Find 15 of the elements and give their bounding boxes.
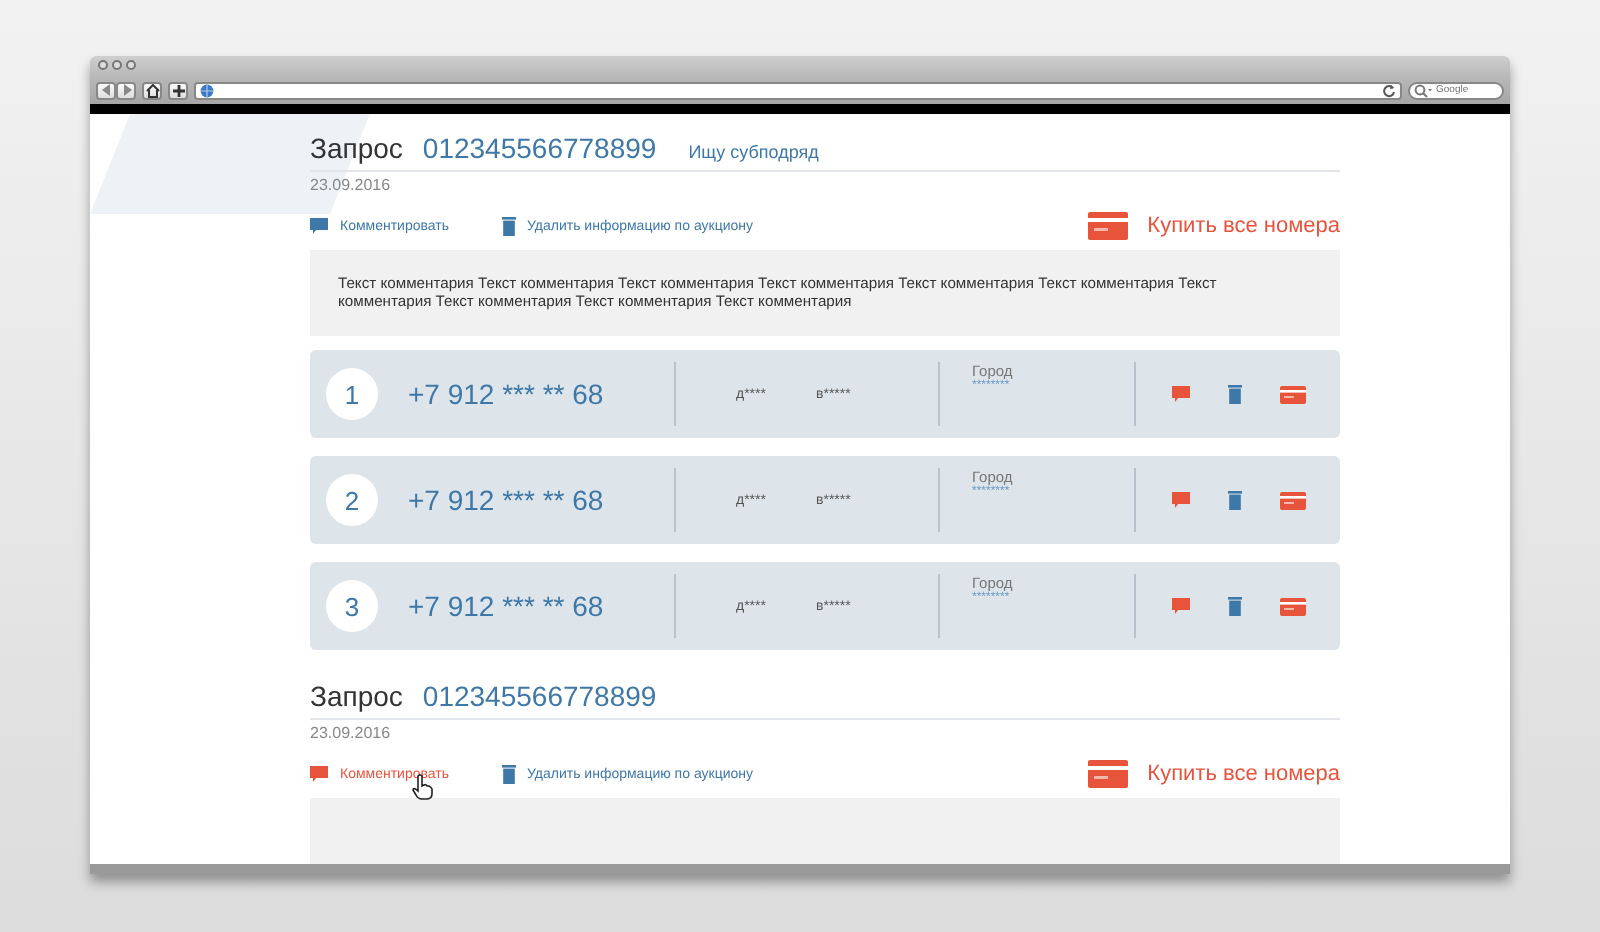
request-date: 23.09.2016: [310, 176, 393, 194]
lot-number: 3: [326, 580, 378, 632]
lot-number: 1: [326, 368, 378, 420]
phone-number: +7 912 *** ** 68: [408, 484, 606, 516]
buy-all-link[interactable]: Купить все номера: [1147, 214, 1340, 238]
request-label: Запрос: [310, 680, 403, 712]
buy-all-link[interactable]: Купить все номера: [1147, 762, 1340, 786]
phone-number: +7 912 *** ** 68: [408, 378, 606, 410]
request-date: 23.09.2016: [310, 724, 393, 742]
request-label: Запрос: [310, 132, 403, 164]
request-number: 012345566778899: [422, 132, 657, 164]
lot-number: 2: [326, 474, 378, 526]
subcontract-link[interactable]: Ищу субподряд: [688, 142, 819, 162]
phone-number: +7 912 *** ** 68: [408, 590, 606, 622]
request-number: 012345566778899: [422, 680, 657, 712]
